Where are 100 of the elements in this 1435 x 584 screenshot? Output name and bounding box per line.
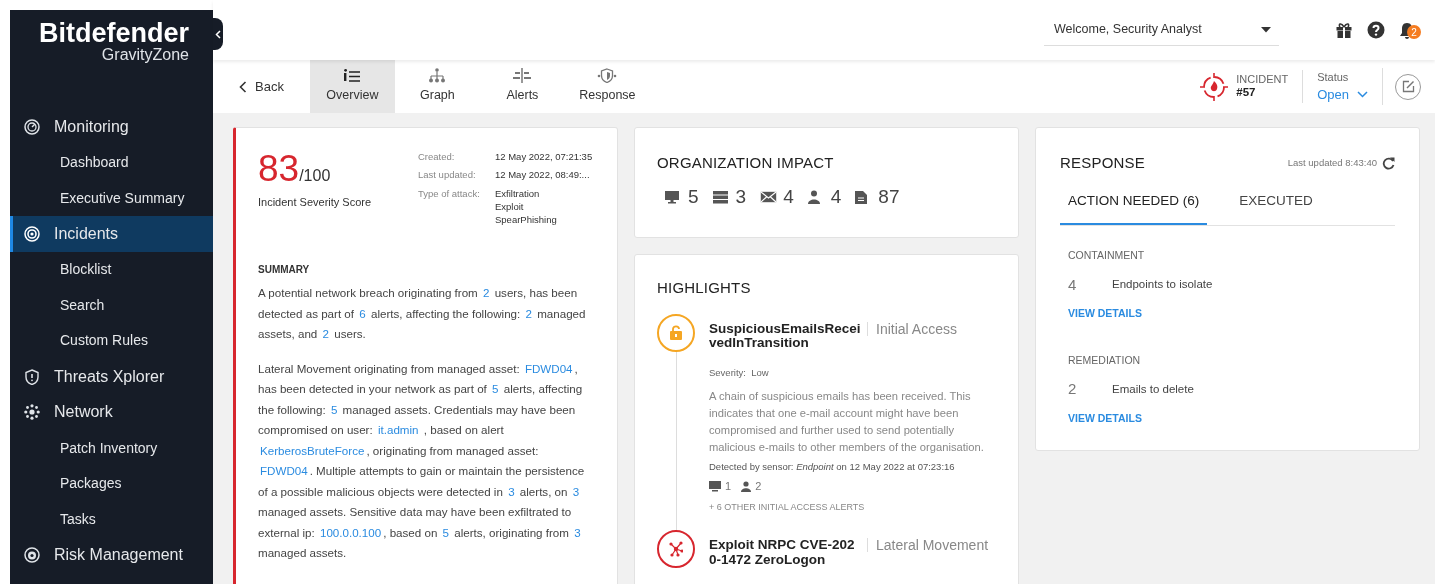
sidebar-subitem[interactable]: Custom Rules <box>10 323 213 359</box>
tab[interactable]: Overview <box>309 60 395 113</box>
radar-icon <box>24 547 40 564</box>
endpoint-count: 1 <box>725 479 732 495</box>
link[interactable]: 3 <box>572 525 583 539</box>
help-icon <box>1367 21 1385 39</box>
tab[interactable]: ACTION NEEDED (6) <box>1060 186 1208 225</box>
user-count: 2 <box>755 479 762 495</box>
section-title: CONTAINMENT <box>1068 247 1146 263</box>
impact-count: 3 <box>735 184 747 209</box>
tab[interactable]: Graph <box>394 60 480 113</box>
product-name: GravityZone <box>101 47 189 63</box>
hierarchy-icon <box>427 68 448 84</box>
impact-count: 4 <box>783 184 794 209</box>
shield-icon <box>597 68 618 84</box>
link[interactable]: 5 <box>440 525 451 539</box>
edit-icon <box>1401 80 1415 93</box>
summary-paragraph: Lateral Movement originating from managed asset: FDWD04 , has been detected in your network as part of 5 alerts, affecting the following: 5 managed assets. Credentials may have been compromised on user: it.admin , based on alert KerberosBruteForce , originating from managed asset: FDWD04 . Multiple attempts to gain or maintain the persistence of a possible malicious objects were detected in 3 alerts, on 3 managed assets. Sensitive data may have been exfiltrated to external ip: 100.0.0.100 , based on 5 alerts, originating from 3 managed assets. <box>258 360 586 562</box>
link[interactable]: 3 <box>506 484 517 498</box>
tab[interactable]: Response <box>564 60 650 113</box>
tactic-label: Lateral Movement <box>867 538 989 553</box>
sidebar-subitem[interactable]: Dashboard <box>10 144 213 181</box>
alert-title[interactable]: SuspiciousEmailsReceivedInTransition <box>709 321 861 350</box>
sidebar-item[interactable]: Threats Xplorer <box>10 358 213 395</box>
chevron-left-icon <box>215 29 221 39</box>
meta-label: Created: <box>418 150 456 164</box>
link[interactable]: 100.0.0.100 <box>317 525 384 539</box>
info-list-icon <box>342 68 363 84</box>
meta-value: Exploit <box>495 199 525 214</box>
gift-icon <box>1335 21 1353 39</box>
sidebar-subitem[interactable]: Patch Inventory <box>10 430 213 466</box>
edit-button[interactable] <box>1395 73 1421 100</box>
status-dropdown[interactable]: Open <box>1317 85 1368 105</box>
link[interactable]: 2 <box>481 286 492 300</box>
alert-title[interactable]: Exploit NRPC CVE-2020-1472 ZeroLogon <box>709 538 861 567</box>
tab[interactable]: EXECUTED <box>1231 186 1321 225</box>
score-maximum: /100 <box>299 167 331 184</box>
sidebar-subitem[interactable]: Blocklist <box>10 251 213 288</box>
card-title: ORGANIZATION IMPACT <box>657 153 835 173</box>
refresh-icon <box>1382 156 1395 170</box>
link[interactable]: 6 <box>357 306 368 320</box>
back-button[interactable]: Back <box>213 60 310 113</box>
user-icon <box>741 481 752 493</box>
meta-label: Last updated: <box>418 168 477 183</box>
more-alerts-link[interactable]: + 6 OTHER INITIAL ACCESS ALERTS <box>709 500 996 515</box>
link[interactable]: 5 <box>328 402 340 416</box>
server-icon <box>712 189 730 204</box>
envelope-icon <box>760 189 778 204</box>
action-label: Emails to delete <box>1112 381 1194 397</box>
sidebar-item[interactable]: Risk Management <box>10 537 213 573</box>
sidebar-subitem[interactable]: Tasks <box>10 501 213 538</box>
last-updated-text: Last updated 8:43:40 <box>1287 156 1377 171</box>
sidebar-item[interactable]: Incidents <box>10 216 213 252</box>
link[interactable]: 2 <box>523 306 534 320</box>
link[interactable]: FDWD04 <box>258 464 310 478</box>
tactic-label: Initial Access <box>867 321 957 336</box>
meta-value: Exfiltration <box>495 186 541 200</box>
severity-text: Severity: Low <box>709 365 770 380</box>
logo: Bitdefender <box>38 20 189 47</box>
chevron-left-icon <box>239 80 247 93</box>
card-title: RESPONSE <box>1060 153 1145 173</box>
action-count: 2 <box>1068 379 1078 400</box>
section-title: SUMMARY <box>258 263 311 278</box>
link[interactable]: 5 <box>490 382 501 396</box>
card-title: HIGHLIGHTS <box>657 278 752 298</box>
action-count: 4 <box>1068 274 1078 295</box>
link[interactable]: FDWD04 <box>522 361 575 375</box>
meta-value: SpearPhishing <box>495 213 557 227</box>
user-menu[interactable]: Welcome, Security Analyst <box>1044 14 1279 46</box>
sidebar-item[interactable]: Monitoring <box>10 109 213 145</box>
status-label: Status <box>1317 69 1350 85</box>
view-details-link[interactable]: VIEW DETAILS <box>1068 410 1142 427</box>
sidebar-subitem[interactable]: Packages <box>10 465 213 502</box>
shield-icon <box>24 368 40 385</box>
incident-number: #57 <box>1236 86 1257 100</box>
alert-description: A chain of suspicious emails has been received. This indicates that one e-mail account might have been compromised and further used to send potentially malicious e-mails to other members of the organisation. <box>709 389 985 456</box>
monitor-icon <box>665 189 682 204</box>
refresh-button[interactable] <box>1382 156 1395 170</box>
link[interactable]: it.admin <box>375 423 421 437</box>
meta-label: Type of attack: <box>418 186 481 201</box>
tab[interactable]: Alerts <box>479 60 565 113</box>
sidebar-subitem[interactable]: Executive Summary <box>10 180 213 217</box>
action-label: Endpoints to isolate <box>1112 277 1213 293</box>
sidebar-subitem[interactable]: Search <box>10 287 213 324</box>
impact-count: 5 <box>688 184 699 209</box>
view-details-link[interactable]: VIEW DETAILS <box>1068 306 1142 322</box>
sidebar-item[interactable]: Network <box>10 394 213 431</box>
impact-count: 87 <box>878 184 900 209</box>
impact-count: 4 <box>830 184 842 209</box>
meta-value: 12 May 2022, 07:21:35 <box>495 150 593 164</box>
caret-down-icon <box>1261 26 1271 33</box>
severity-score: 83 <box>258 148 300 189</box>
incident-label: INCIDENT <box>1236 73 1289 87</box>
link[interactable]: KerberosBruteForce <box>258 443 367 457</box>
collapse-button[interactable] <box>213 18 223 50</box>
link[interactable]: 2 <box>320 327 331 341</box>
target-icon <box>24 225 40 242</box>
section-title: REMEDIATION <box>1068 352 1142 368</box>
link[interactable]: 3 <box>570 484 582 498</box>
notification-badge: 2 <box>1407 25 1421 39</box>
